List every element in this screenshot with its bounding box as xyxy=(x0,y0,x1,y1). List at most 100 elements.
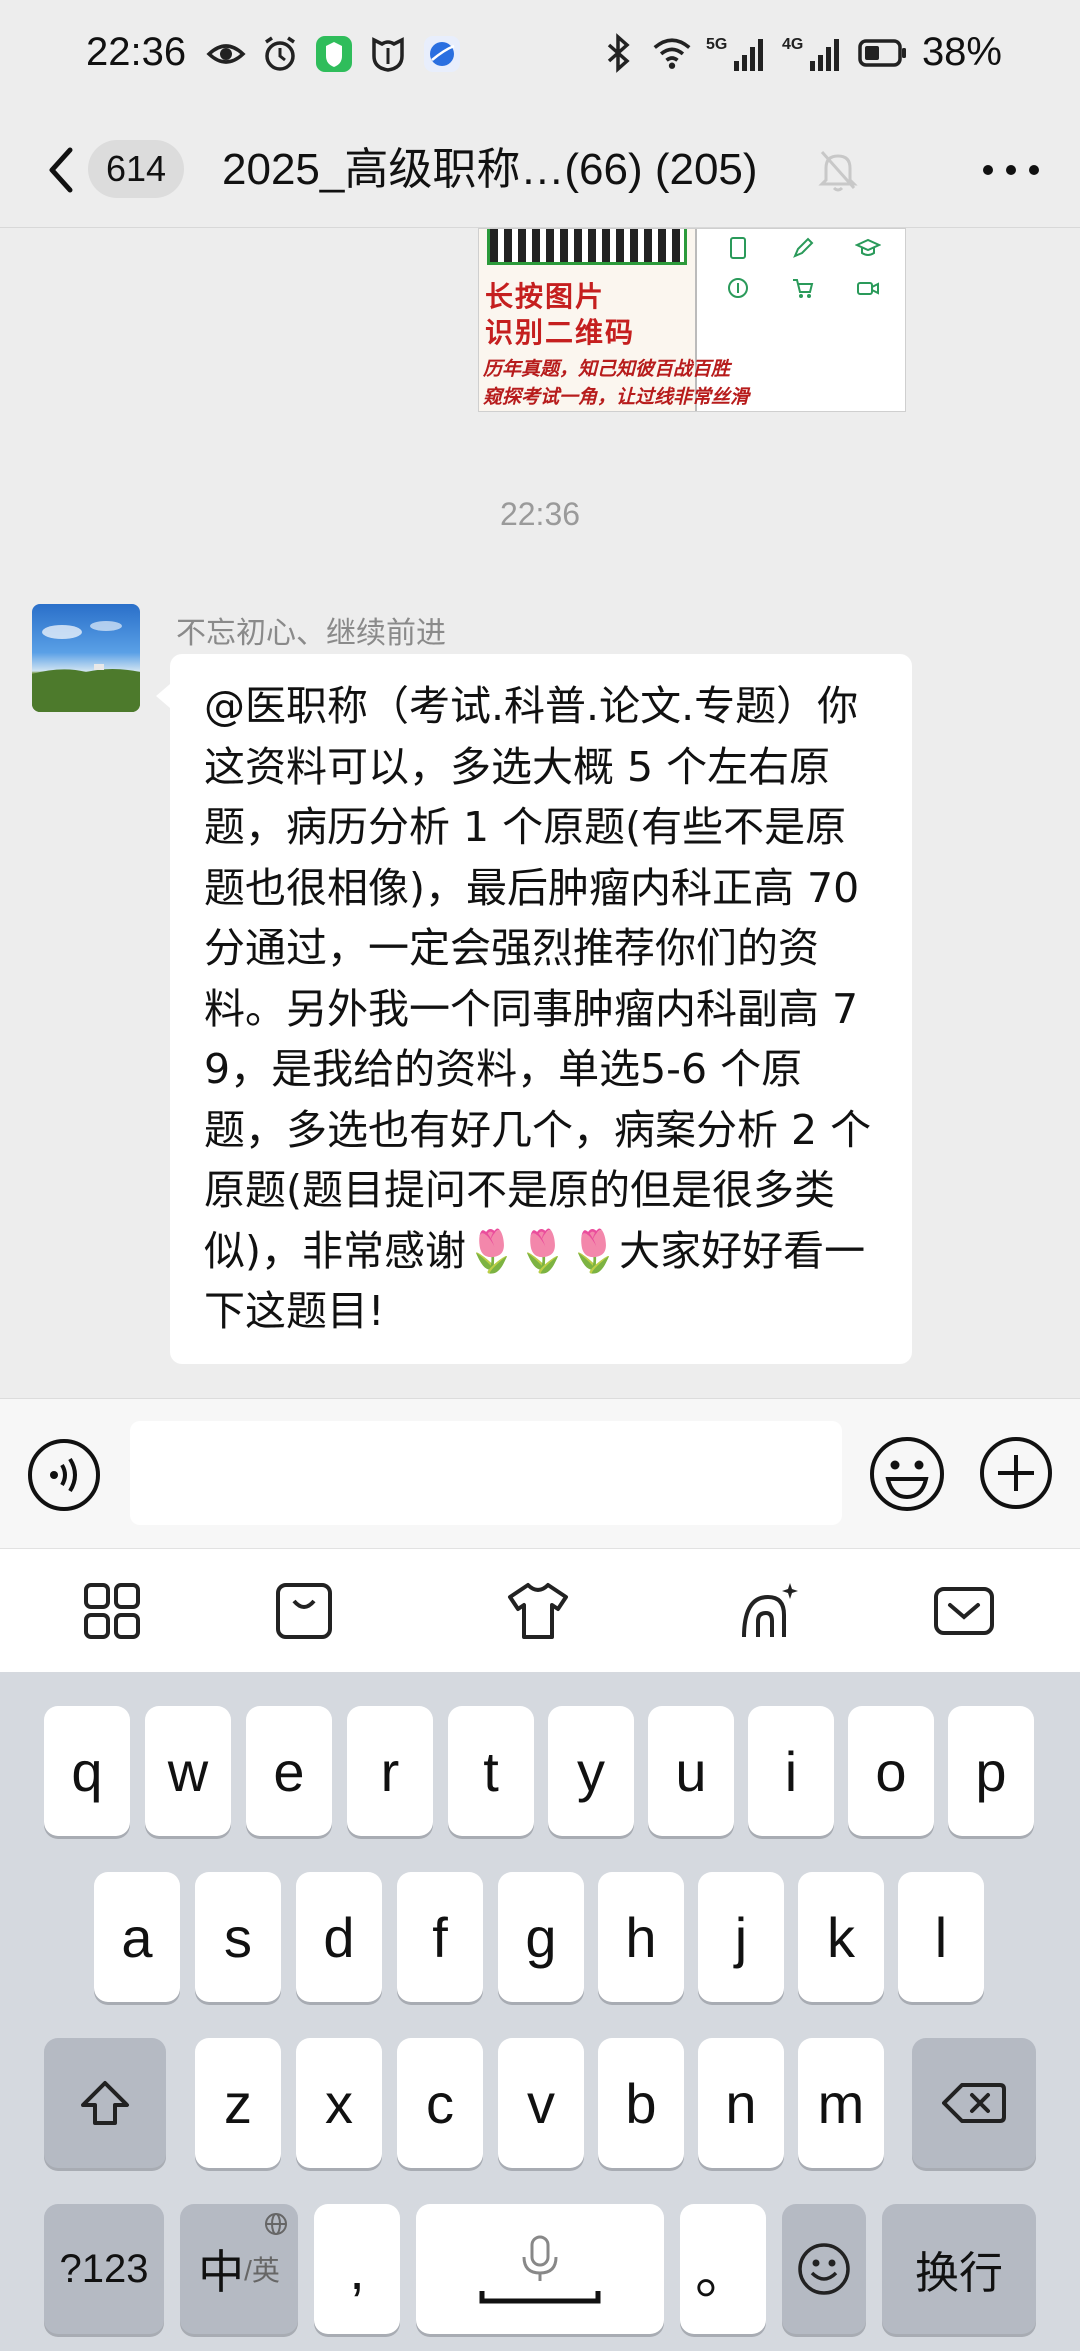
poster-caption-line1: 历年真题，知己知彼百战百胜 xyxy=(483,358,731,380)
key-label: r xyxy=(380,1739,400,1803)
more-options-button[interactable] xyxy=(976,148,1046,192)
battery-icon xyxy=(858,33,908,73)
sender-name: 不忘初心、继续前进 xyxy=(176,616,446,651)
key-label: u xyxy=(675,1739,707,1803)
edit-icon xyxy=(770,235,835,261)
message-input[interactable] xyxy=(130,1421,842,1525)
key-y[interactable]: y xyxy=(548,1706,634,1836)
key-label: a xyxy=(121,1905,153,1969)
key-n[interactable]: n xyxy=(698,2038,784,2168)
voice-input-button[interactable] xyxy=(26,1437,102,1513)
key-label: ?123 xyxy=(59,2246,149,2291)
key-label: p xyxy=(975,1739,1007,1803)
collapse-keyboard-button[interactable] xyxy=(932,1579,996,1643)
chat-message-list[interactable]: 长按图片 识别二维码 历年真题，知己知彼百战百胜 窥探考试一角，让过线非常丝滑 … xyxy=(0,228,1080,1398)
key-label: e xyxy=(273,1739,305,1803)
comma-key[interactable]: , xyxy=(314,2204,400,2334)
key-d[interactable]: d xyxy=(296,1872,382,2002)
status-notification-icons xyxy=(206,34,462,74)
skin-button[interactable] xyxy=(506,1579,570,1643)
language-switch-key[interactable]: 中/英 xyxy=(180,2204,298,2334)
clipboard-button[interactable] xyxy=(272,1579,336,1643)
key-u[interactable]: u xyxy=(648,1706,734,1836)
poster-caption: 历年真题，知己知彼百战百胜 窥探考试一角，让过线非常丝滑 xyxy=(483,355,903,411)
key-p[interactable]: p xyxy=(948,1706,1034,1836)
globe-icon xyxy=(265,2213,287,2235)
key-l[interactable]: l xyxy=(898,1872,984,2002)
message-timestamp: 22:36 xyxy=(499,496,581,532)
key-t[interactable]: t xyxy=(448,1706,534,1836)
battery-percentage: 38% xyxy=(921,30,1002,74)
key-x[interactable]: x xyxy=(296,2038,382,2168)
key-e[interactable]: e xyxy=(246,1706,332,1836)
backspace-icon xyxy=(942,2083,1006,2123)
key-z[interactable]: z xyxy=(195,2038,281,2168)
message-text: @医职称（考试.科普.论文.专题）你这资料可以，多选大概 5 个左右原题，病历分… xyxy=(204,682,873,1335)
key-i[interactable]: i xyxy=(748,1706,834,1836)
key-v[interactable]: v xyxy=(498,2038,584,2168)
plus-icon xyxy=(980,1437,1052,1509)
poster-caption-line2: 窥探考试一角，让过线非常丝滑 xyxy=(483,386,750,408)
ai-assistant-button[interactable] xyxy=(738,1579,802,1643)
mute-bell-icon xyxy=(816,146,860,194)
app-badge-icon xyxy=(314,34,354,74)
period-key[interactable]: 。 xyxy=(680,2204,766,2334)
bluetooth-icon xyxy=(598,32,638,73)
key-w[interactable]: w xyxy=(145,1706,231,1836)
cart-icon xyxy=(770,275,835,301)
key-label: k xyxy=(827,1905,855,1969)
more-icon xyxy=(983,165,1039,175)
apps-grid-button[interactable] xyxy=(80,1579,144,1643)
emoji-button[interactable] xyxy=(868,1435,946,1513)
doc-icon xyxy=(705,235,770,261)
key-q[interactable]: q xyxy=(44,1706,130,1836)
eye-icon xyxy=(206,34,246,74)
chat-title[interactable]: 2025_高级职称…(66) (205) xyxy=(222,142,758,198)
back-button[interactable] xyxy=(40,138,84,202)
video-icon xyxy=(836,275,901,301)
key-b[interactable]: b xyxy=(598,2038,684,2168)
key-g[interactable]: g xyxy=(498,1872,584,2002)
key-a[interactable]: a xyxy=(94,1872,180,2002)
backspace-key[interactable] xyxy=(912,2038,1036,2168)
qr-code xyxy=(487,229,687,265)
key-k[interactable]: k xyxy=(798,1872,884,2002)
key-r[interactable]: r xyxy=(347,1706,433,1836)
microphone-icon xyxy=(479,2235,601,2304)
emoji-key[interactable] xyxy=(782,2204,866,2334)
key-label: y xyxy=(577,1739,605,1803)
unread-count-badge[interactable]: 614 xyxy=(88,140,185,198)
shift-icon xyxy=(81,2081,129,2125)
numbers-key[interactable]: ?123 xyxy=(44,2204,164,2334)
key-f[interactable]: f xyxy=(397,1872,483,2002)
key-label: v xyxy=(527,2071,555,2135)
key-h[interactable]: h xyxy=(598,1872,684,2002)
key-label: i xyxy=(784,1739,798,1803)
key-c[interactable]: c xyxy=(397,2038,483,2168)
key-label: d xyxy=(323,1905,355,1969)
key-label: j xyxy=(734,1905,748,1969)
key-label: z xyxy=(224,2071,252,2135)
avatar[interactable] xyxy=(32,604,140,712)
more-functions-button[interactable] xyxy=(978,1435,1054,1511)
app-icon-grid xyxy=(705,235,901,301)
key-label: n xyxy=(725,2071,757,2135)
key-label: q xyxy=(71,1739,103,1803)
shift-key[interactable] xyxy=(44,2038,166,2168)
bag-icon xyxy=(276,1583,332,1639)
key-s[interactable]: s xyxy=(195,1872,281,2002)
collapse-keyboard-icon xyxy=(934,1587,994,1635)
shared-image-message[interactable]: 长按图片 识别二维码 历年真题，知己知彼百战百胜 窥探考试一角，让过线非常丝滑 xyxy=(478,228,906,412)
space-key[interactable] xyxy=(416,2204,664,2334)
emoji-icon xyxy=(870,1437,944,1511)
enter-key[interactable]: 换行 xyxy=(882,2204,1036,2334)
signal-5g-icon: 5G xyxy=(706,33,768,73)
status-bar: 22:36 5G 4G 38% xyxy=(0,0,1080,112)
key-label: w xyxy=(167,1739,209,1803)
key-label: s xyxy=(224,1905,252,1969)
key-j[interactable]: j xyxy=(698,1872,784,2002)
message-bubble[interactable]: @医职称（考试.科普.论文.专题）你这资料可以，多选大概 5 个左右原题，病历分… xyxy=(156,654,912,1364)
key-o[interactable]: o xyxy=(848,1706,934,1836)
key-m[interactable]: m xyxy=(798,2038,884,2168)
tshirt-icon xyxy=(508,1583,568,1639)
